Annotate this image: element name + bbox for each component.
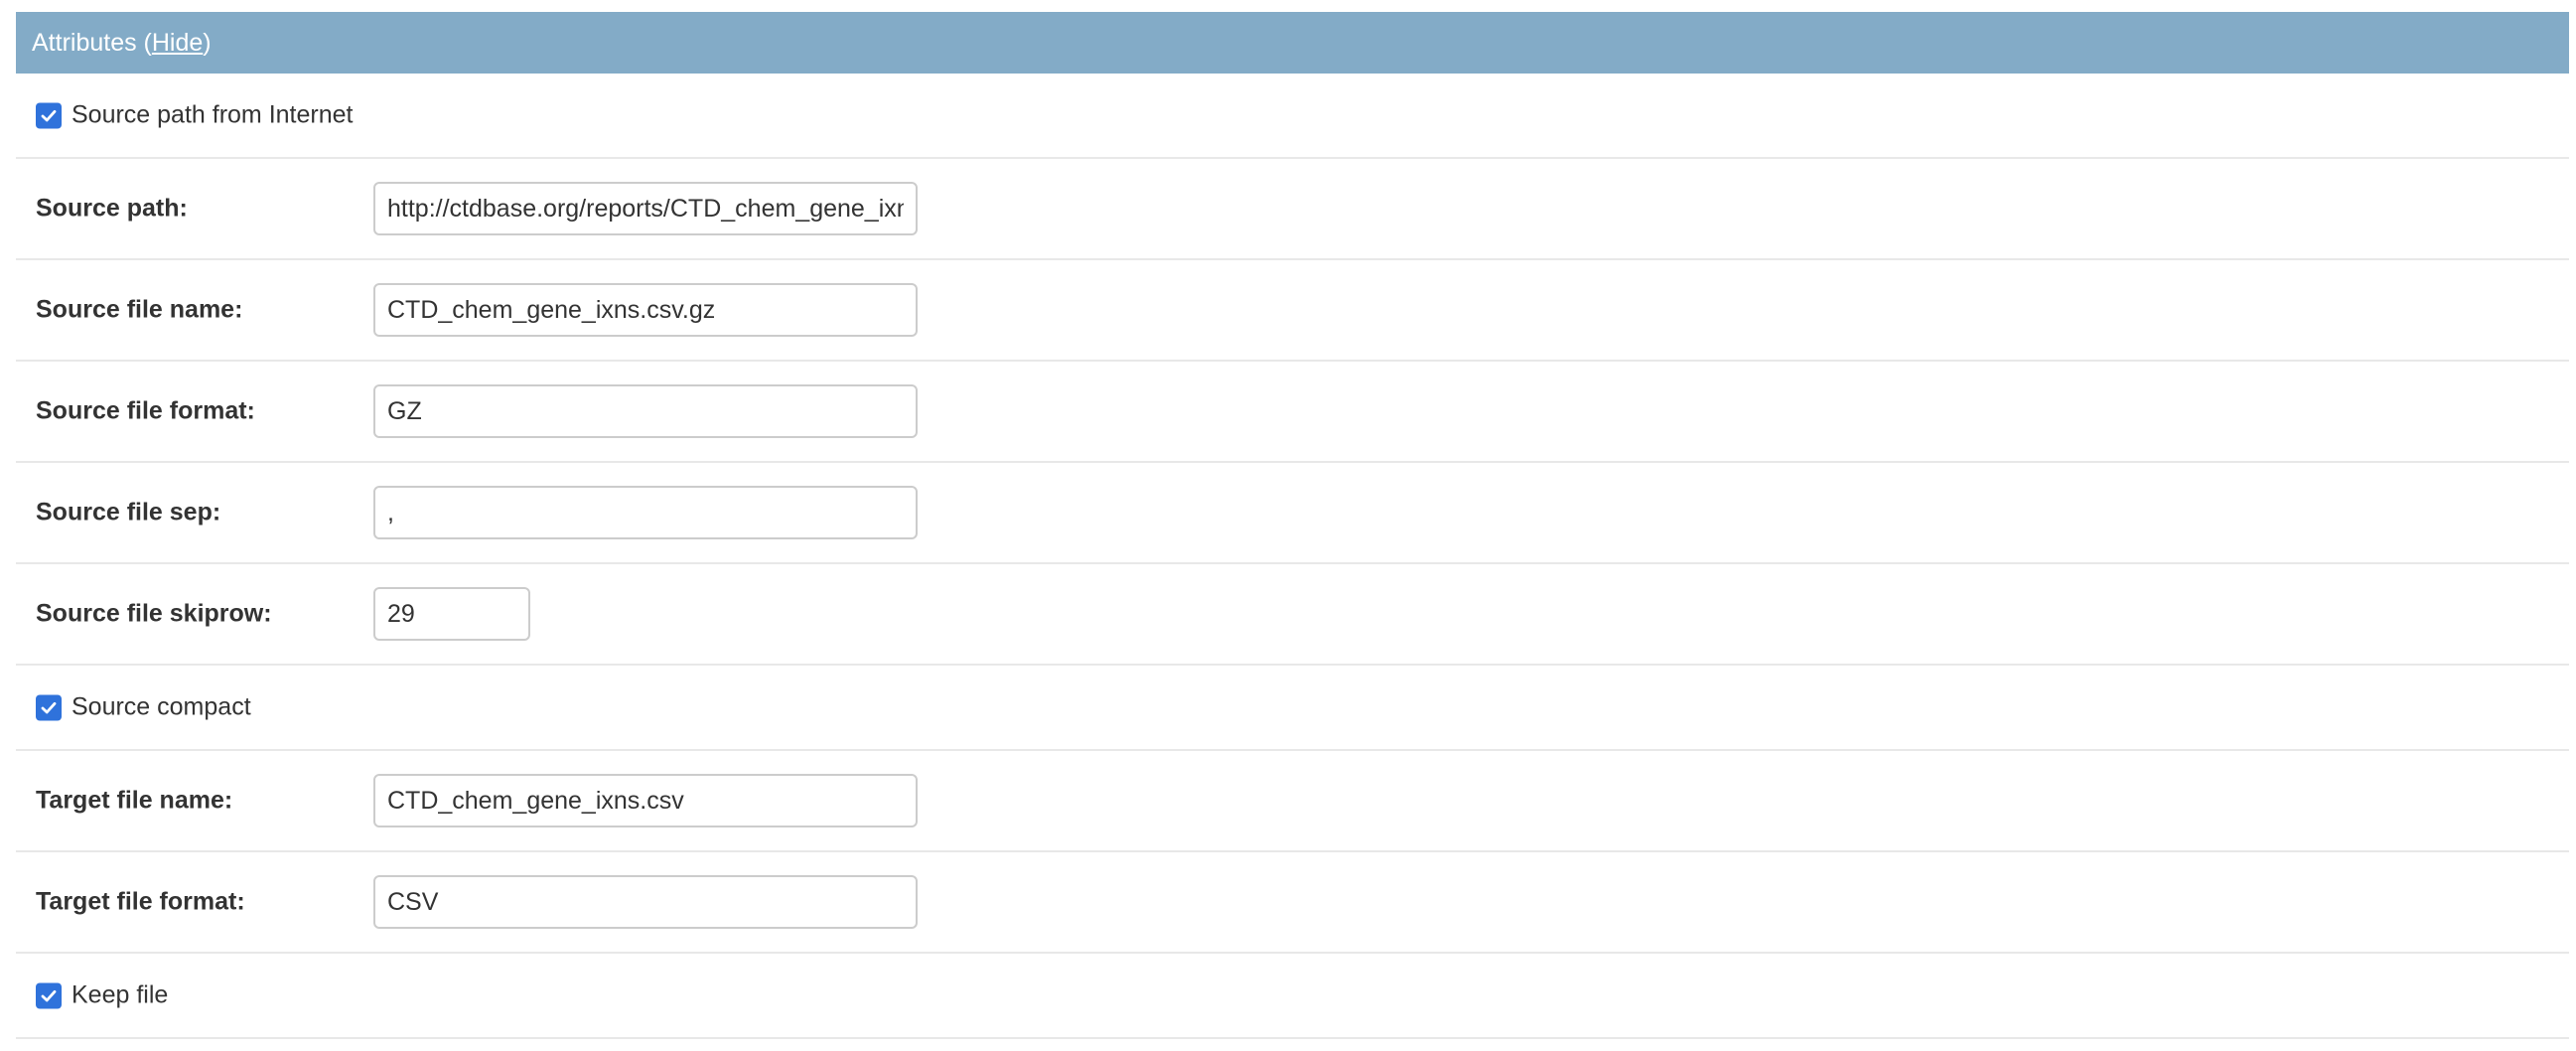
source-compact-row: Source compact [16, 666, 2569, 751]
keep-file-row: Keep file [16, 954, 2569, 1039]
target-file-name-row: Target file name: [16, 751, 2569, 852]
source-file-name-label: Source file name: [36, 295, 243, 324]
checkmark-icon [41, 701, 57, 713]
source-file-sep-input[interactable] [373, 486, 918, 539]
target-file-name-input[interactable] [373, 774, 918, 827]
source-from-internet-label: Source path from Internet [72, 100, 354, 129]
source-file-sep-label: Source file sep: [36, 498, 221, 526]
header-title: Attributes ( [32, 29, 152, 57]
source-path-row: Source path: [16, 159, 2569, 260]
checkmark-icon [41, 989, 57, 1001]
header-title-end: ) [203, 29, 212, 57]
source-file-format-input[interactable] [373, 384, 918, 438]
source-from-internet-checkbox[interactable] [36, 102, 62, 128]
hide-link[interactable]: Hide [152, 29, 203, 57]
source-file-name-input[interactable] [373, 283, 918, 337]
source-file-skiprow-input[interactable] [373, 587, 530, 641]
keep-file-checkbox[interactable] [36, 982, 62, 1008]
source-compact-label: Source compact [72, 692, 251, 721]
target-file-name-label: Target file name: [36, 786, 233, 815]
source-file-name-row: Source file name: [16, 260, 2569, 362]
attributes-header: Attributes (Hide) [16, 12, 2569, 74]
source-path-label: Source path: [36, 194, 188, 223]
source-file-sep-row: Source file sep: [16, 463, 2569, 564]
source-path-input[interactable] [373, 182, 918, 235]
source-compact-checkbox[interactable] [36, 694, 62, 720]
source-file-format-row: Source file format: [16, 362, 2569, 463]
source-file-format-label: Source file format: [36, 396, 255, 425]
source-file-skiprow-row: Source file skiprow: [16, 564, 2569, 666]
checkmark-icon [41, 109, 57, 121]
keep-file-label: Keep file [72, 980, 169, 1009]
source-file-skiprow-label: Source file skiprow: [36, 599, 272, 628]
target-file-format-row: Target file format: [16, 852, 2569, 954]
attributes-fieldset: Attributes (Hide) Source path from Inter… [16, 12, 2569, 1039]
source-from-internet-row: Source path from Internet [16, 74, 2569, 159]
target-file-format-input[interactable] [373, 875, 918, 929]
target-file-format-label: Target file format: [36, 887, 245, 916]
